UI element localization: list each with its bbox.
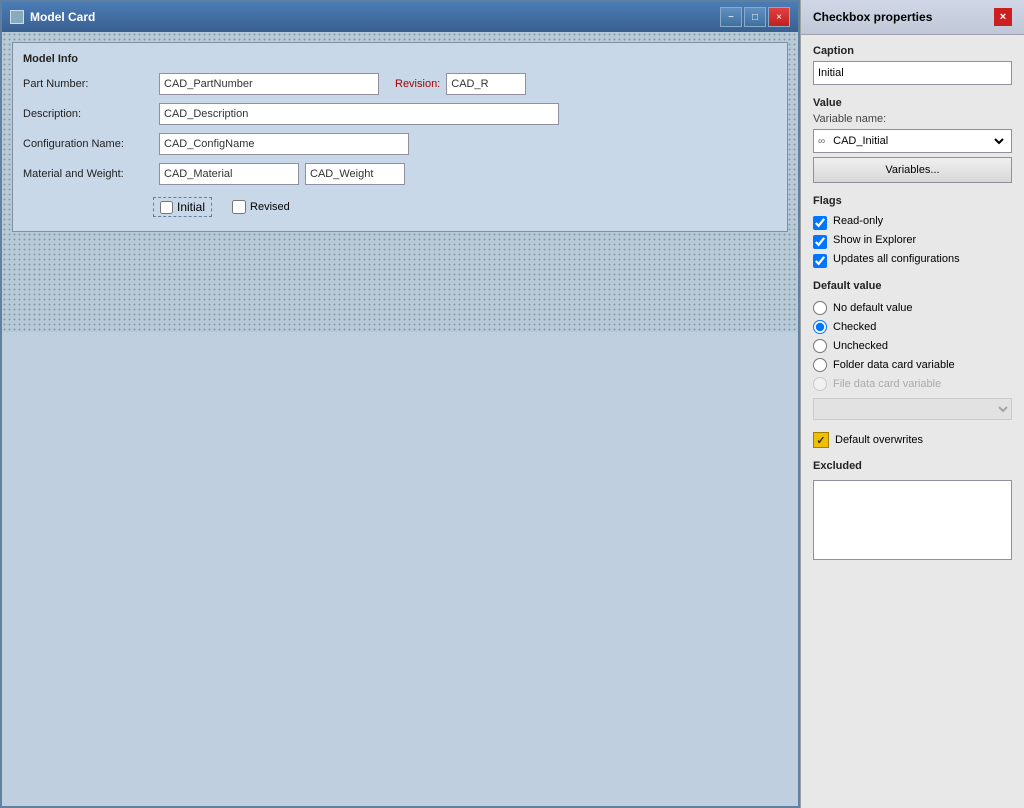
- radio-file-label: File data card variable: [833, 378, 941, 390]
- flags-label: Flags: [813, 195, 1012, 207]
- config-name-label: Configuration Name:: [23, 138, 153, 150]
- model-info-group: Model Info Part Number: Revision: Descri…: [12, 42, 788, 232]
- default-overwrites-checkbox[interactable]: [813, 432, 829, 448]
- right-panel: Checkbox properties × Caption Value Vari…: [800, 0, 1024, 808]
- config-name-input[interactable]: [159, 133, 409, 155]
- revised-label: Revised: [250, 201, 290, 213]
- flag-updates-all-item: Updates all configurations: [813, 253, 1012, 268]
- variable-prefix: ∞: [818, 136, 825, 147]
- excluded-section: Excluded: [813, 460, 1012, 560]
- flag-show-in-explorer-item: Show in Explorer: [813, 234, 1012, 249]
- variable-select-wrapper: ∞ CAD_Initial: [813, 129, 1012, 153]
- model-card-icon: [10, 10, 24, 24]
- group-label: Model Info: [23, 53, 777, 65]
- radio-no-default-item: No default value: [813, 301, 1012, 315]
- flag-updates-all-checkbox[interactable]: [813, 254, 827, 268]
- radio-folder-label: Folder data card variable: [833, 359, 955, 371]
- description-input[interactable]: [159, 103, 559, 125]
- weight-input[interactable]: [305, 163, 405, 185]
- caption-label: Caption: [813, 45, 1012, 57]
- flag-updates-all-label: Updates all configurations: [833, 253, 960, 265]
- radio-no-default[interactable]: [813, 301, 827, 315]
- excluded-textarea[interactable]: [813, 480, 1012, 560]
- part-number-row: Part Number: Revision:: [23, 73, 777, 95]
- revised-checkbox-item: Revised: [232, 200, 290, 214]
- flag-show-in-explorer-checkbox[interactable]: [813, 235, 827, 249]
- config-name-row: Configuration Name:: [23, 133, 777, 155]
- material-input[interactable]: [159, 163, 299, 185]
- radio-unchecked-item: Unchecked: [813, 339, 1012, 353]
- window-title: Model Card: [30, 10, 95, 24]
- part-number-label: Part Number:: [23, 78, 153, 90]
- radio-unchecked[interactable]: [813, 339, 827, 353]
- default-value-label: Default value: [813, 280, 1012, 292]
- radio-no-default-label: No default value: [833, 302, 913, 314]
- flag-readonly-checkbox[interactable]: [813, 216, 827, 230]
- radio-checked[interactable]: [813, 320, 827, 334]
- initial-checkbox[interactable]: [160, 201, 173, 214]
- description-row: Description:: [23, 103, 777, 125]
- caption-section: Caption: [813, 45, 1012, 85]
- radio-checked-label: Checked: [833, 321, 876, 333]
- radio-file: [813, 377, 827, 391]
- radio-unchecked-label: Unchecked: [833, 340, 888, 352]
- right-panel-close-button[interactable]: ×: [994, 8, 1012, 26]
- default-value-section: Default value No default value Checked U…: [813, 280, 1012, 420]
- right-panel-header: Checkbox properties ×: [801, 0, 1024, 35]
- revision-input[interactable]: [446, 73, 526, 95]
- title-bar: Model Card − □ ×: [2, 2, 798, 32]
- material-weight-label: Material and Weight:: [23, 168, 153, 180]
- flag-readonly-label: Read-only: [833, 215, 883, 227]
- title-bar-buttons: − □ ×: [720, 7, 790, 27]
- description-label: Description:: [23, 108, 153, 120]
- excluded-label: Excluded: [813, 460, 1012, 472]
- minimize-button[interactable]: −: [720, 7, 742, 27]
- right-panel-title: Checkbox properties: [813, 10, 932, 24]
- model-card-body: Model Info Part Number: Revision: Descri…: [2, 32, 798, 332]
- variables-button[interactable]: Variables...: [813, 157, 1012, 183]
- default-overwrites-label: Default overwrites: [835, 434, 923, 446]
- default-overwrites-section: Default overwrites: [813, 432, 1012, 448]
- radio-folder-item: Folder data card variable: [813, 358, 1012, 372]
- initial-checkbox-wrapper: Initial: [153, 197, 212, 217]
- material-weight-row: Material and Weight:: [23, 163, 777, 185]
- radio-file-item: File data card variable: [813, 377, 1012, 391]
- radio-folder[interactable]: [813, 358, 827, 372]
- variable-select[interactable]: CAD_Initial: [829, 134, 1007, 148]
- revision-label: Revision:: [395, 78, 440, 90]
- part-number-input[interactable]: [159, 73, 379, 95]
- title-bar-left: Model Card: [10, 10, 95, 24]
- caption-input[interactable]: [813, 61, 1012, 85]
- maximize-button[interactable]: □: [744, 7, 766, 27]
- initial-label: Initial: [177, 200, 205, 214]
- default-value-dropdown: [813, 398, 1012, 420]
- flag-show-in-explorer-label: Show in Explorer: [833, 234, 916, 246]
- flag-readonly-item: Read-only: [813, 215, 1012, 230]
- right-panel-body: Caption Value Variable name: ∞ CAD_Initi…: [801, 35, 1024, 570]
- value-section-label: Value: [813, 97, 1012, 109]
- value-section: Value Variable name: ∞ CAD_Initial Varia…: [813, 97, 1012, 183]
- flags-section: Flags Read-only Show in Explorer Updates…: [813, 195, 1012, 268]
- radio-checked-item: Checked: [813, 320, 1012, 334]
- variable-name-label: Variable name:: [813, 113, 1012, 125]
- checkboxes-row: Initial Revised: [23, 193, 777, 221]
- close-button[interactable]: ×: [768, 7, 790, 27]
- model-card-window: Model Card − □ × Model Info Part Number:…: [0, 0, 800, 808]
- revised-checkbox[interactable]: [232, 200, 246, 214]
